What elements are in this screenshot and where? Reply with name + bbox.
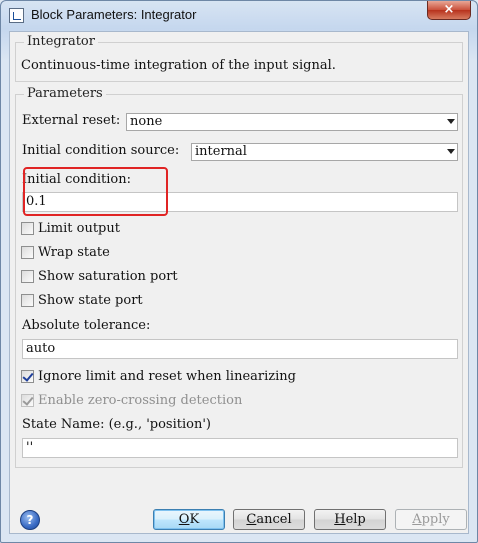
window-title: Block Parameters: Integrator — [31, 7, 197, 22]
zero-crossing-checkbox — [21, 394, 34, 407]
apply-button-accel: A — [412, 512, 422, 527]
ok-button-accel: O — [178, 512, 190, 527]
show-state-port-option[interactable]: Show state port — [21, 293, 221, 309]
absolute-tolerance-label: Absolute tolerance: — [22, 318, 151, 333]
close-icon: × — [443, 2, 455, 17]
initial-condition-source-dropdown[interactable]: internal — [191, 143, 458, 161]
help-button-accel: H — [334, 512, 346, 527]
wrap-state-label: Wrap state — [38, 245, 110, 260]
external-reset-value: none — [130, 114, 163, 129]
show-saturation-port-option[interactable]: Show saturation port — [21, 269, 221, 285]
cancel-button[interactable]: Cancel — [233, 509, 305, 530]
help-button-text-rest: elp — [345, 512, 366, 527]
wrap-state-checkbox[interactable] — [21, 246, 34, 259]
limit-output-checkbox[interactable] — [21, 222, 34, 235]
cancel-button-text-rest: ancel — [256, 512, 292, 527]
block-description: Continuous-time integration of the input… — [21, 58, 336, 73]
cancel-button-accel: C — [246, 512, 257, 527]
title-bar[interactable]: Block Parameters: Integrator × — [1, 1, 477, 31]
ignore-limit-label: Ignore limit and reset when linearizing — [38, 369, 296, 384]
external-reset-dropdown[interactable]: none — [126, 113, 458, 131]
show-saturation-port-label: Show saturation port — [38, 269, 178, 284]
initial-condition-highlight — [23, 167, 168, 216]
show-state-port-label: Show state port — [38, 293, 143, 308]
block-icon — [9, 8, 24, 23]
ok-button[interactable]: OK — [153, 509, 225, 530]
close-button[interactable]: × — [427, 1, 471, 20]
help-icon[interactable]: ? — [20, 510, 40, 530]
show-saturation-port-checkbox[interactable] — [21, 270, 34, 283]
zero-crossing-label: Enable zero-crossing detection — [38, 393, 243, 408]
absolute-tolerance-field[interactable]: auto — [22, 339, 458, 359]
chevron-down-icon — [447, 119, 455, 124]
apply-button-text-rest: pply — [421, 512, 450, 527]
dialog-window: Block Parameters: Integrator × Integrato… — [0, 0, 478, 543]
limit-output-label: Limit output — [38, 221, 120, 236]
initial-condition-source-value: internal — [195, 144, 247, 159]
show-state-port-checkbox[interactable] — [21, 294, 34, 307]
limit-output-option[interactable]: Limit output — [21, 221, 221, 237]
ok-button-text-rest: K — [189, 512, 200, 527]
help-icon-glyph: ? — [26, 513, 34, 527]
apply-button: Apply — [395, 509, 467, 530]
ignore-limit-checkbox[interactable] — [21, 370, 34, 383]
state-name-field[interactable]: '' — [22, 438, 458, 458]
description-group-title: Integrator — [24, 34, 98, 49]
help-button[interactable]: Help — [314, 509, 386, 530]
zero-crossing-option: Enable zero-crossing detection — [21, 393, 321, 409]
chevron-down-icon — [447, 149, 455, 154]
wrap-state-option[interactable]: Wrap state — [21, 245, 221, 261]
state-name-label: State Name: (e.g., 'position') — [22, 417, 211, 432]
external-reset-label: External reset: — [22, 113, 121, 128]
ignore-limit-option[interactable]: Ignore limit and reset when linearizing — [21, 369, 321, 385]
initial-condition-source-label: Initial condition source: — [22, 143, 180, 158]
dialog-body: Integrator Continuous-time integration o… — [9, 31, 469, 534]
parameters-group-title: Parameters — [24, 86, 106, 101]
description-group: Integrator Continuous-time integration o… — [15, 34, 463, 82]
